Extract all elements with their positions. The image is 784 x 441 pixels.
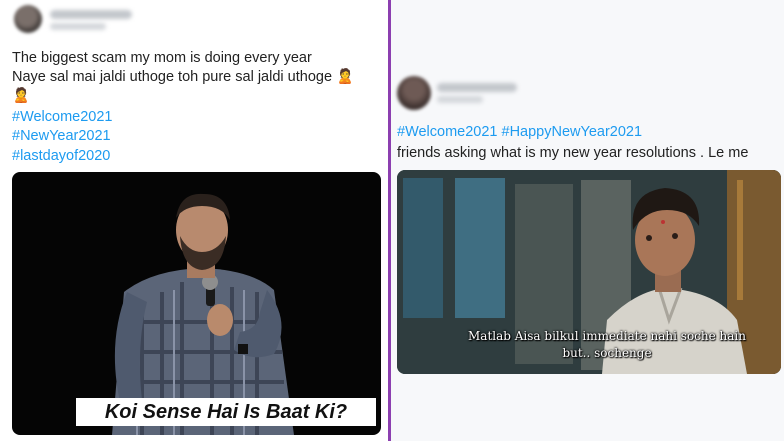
left-author-handle-blurred — [50, 23, 106, 30]
right-author-handle-blurred — [437, 96, 483, 103]
left-tweet-text-line-1: The biggest scam my mom is doing every y… — [12, 50, 312, 66]
person-pouting-emoji-icon: 🙎 — [336, 69, 355, 85]
right-tweet-text: friends asking what is my new year resol… — [397, 145, 749, 161]
left-user-avatar[interactable] — [14, 5, 42, 33]
comedian-figure — [112, 193, 294, 435]
left-author-name-blurred — [50, 10, 132, 19]
left-tweet-media[interactable]: Koi Sense Hai Is Baat Ki? — [12, 172, 381, 435]
left-tweet-text-line-2: Naye sal mai jaldi uthoge toh pure sal j… — [12, 68, 354, 86]
hashtag-lastdayof2020[interactable]: #lastdayof2020 — [12, 147, 110, 165]
left-tweet-text-line-2-text: Naye sal mai jaldi uthoge toh pure sal j… — [12, 69, 333, 85]
hashtag-welcome2021[interactable]: #Welcome2021 — [12, 108, 113, 126]
right-tweet-media[interactable]: Matlab Aisa bilkul immediate nahi soche … — [397, 170, 781, 374]
left-tweet-card: The biggest scam my mom is doing every y… — [0, 0, 388, 441]
left-tweet-emoji-line: 🙎 — [12, 88, 31, 104]
left-media-caption: Koi Sense Hai Is Baat Ki? — [76, 398, 376, 426]
right-user-avatar[interactable] — [397, 76, 431, 110]
right-author-name-blurred — [437, 83, 517, 92]
right-tweet-card: #Welcome2021 #HappyNewYear2021 friends a… — [391, 0, 784, 441]
right-media-caption: Matlab Aisa bilkul immediate nahi soche … — [468, 329, 746, 360]
right-tweet-hashtags[interactable]: #Welcome2021 #HappyNewYear2021 — [397, 123, 642, 141]
hashtag-newyear2021[interactable]: #NewYear2021 — [12, 127, 111, 145]
